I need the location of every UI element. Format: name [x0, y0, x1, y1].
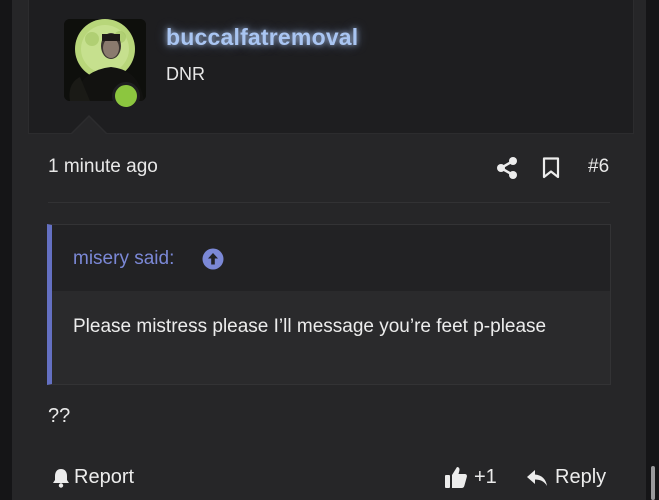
- thread-page: buccalfatremoval DNR 1 minute ago #6 mis…: [0, 0, 659, 500]
- post-container: buccalfatremoval DNR 1 minute ago #6 mis…: [12, 0, 646, 500]
- reply-arrow-icon: [527, 469, 547, 486]
- bell-icon: [53, 468, 69, 488]
- like-button[interactable]: +1: [444, 465, 497, 489]
- like-count-label: +1: [474, 465, 497, 488]
- post-timestamp[interactable]: 1 minute ago: [48, 156, 158, 178]
- bookmark-icon[interactable]: [542, 157, 560, 179]
- post-number-link[interactable]: #6: [588, 156, 609, 178]
- author-pointer: [72, 117, 106, 134]
- thumbs-up-icon: [445, 467, 467, 488]
- username-link[interactable]: buccalfatremoval: [166, 24, 358, 51]
- post-message: ??: [48, 405, 71, 427]
- quote-author-link[interactable]: misery said:: [73, 248, 174, 270]
- report-label: Report: [74, 466, 135, 488]
- reply-label: Reply: [555, 466, 607, 488]
- quote-text: Please mistress please I’ll message you’…: [73, 316, 547, 337]
- post-divider: [48, 202, 610, 203]
- arrow-up-circle-icon[interactable]: [202, 248, 224, 270]
- quote-header: misery said:: [52, 225, 610, 291]
- reply-button[interactable]: Reply: [526, 466, 606, 489]
- share-icon[interactable]: [496, 156, 518, 180]
- online-status-dot: [112, 82, 140, 110]
- report-button[interactable]: Report: [52, 466, 134, 489]
- scrollbar-thumb[interactable]: [651, 466, 655, 500]
- user-title: DNR: [166, 64, 205, 84]
- quote-block: misery said: Please mistress please I’ll…: [47, 224, 611, 385]
- author-block: buccalfatremoval DNR: [28, 0, 634, 134]
